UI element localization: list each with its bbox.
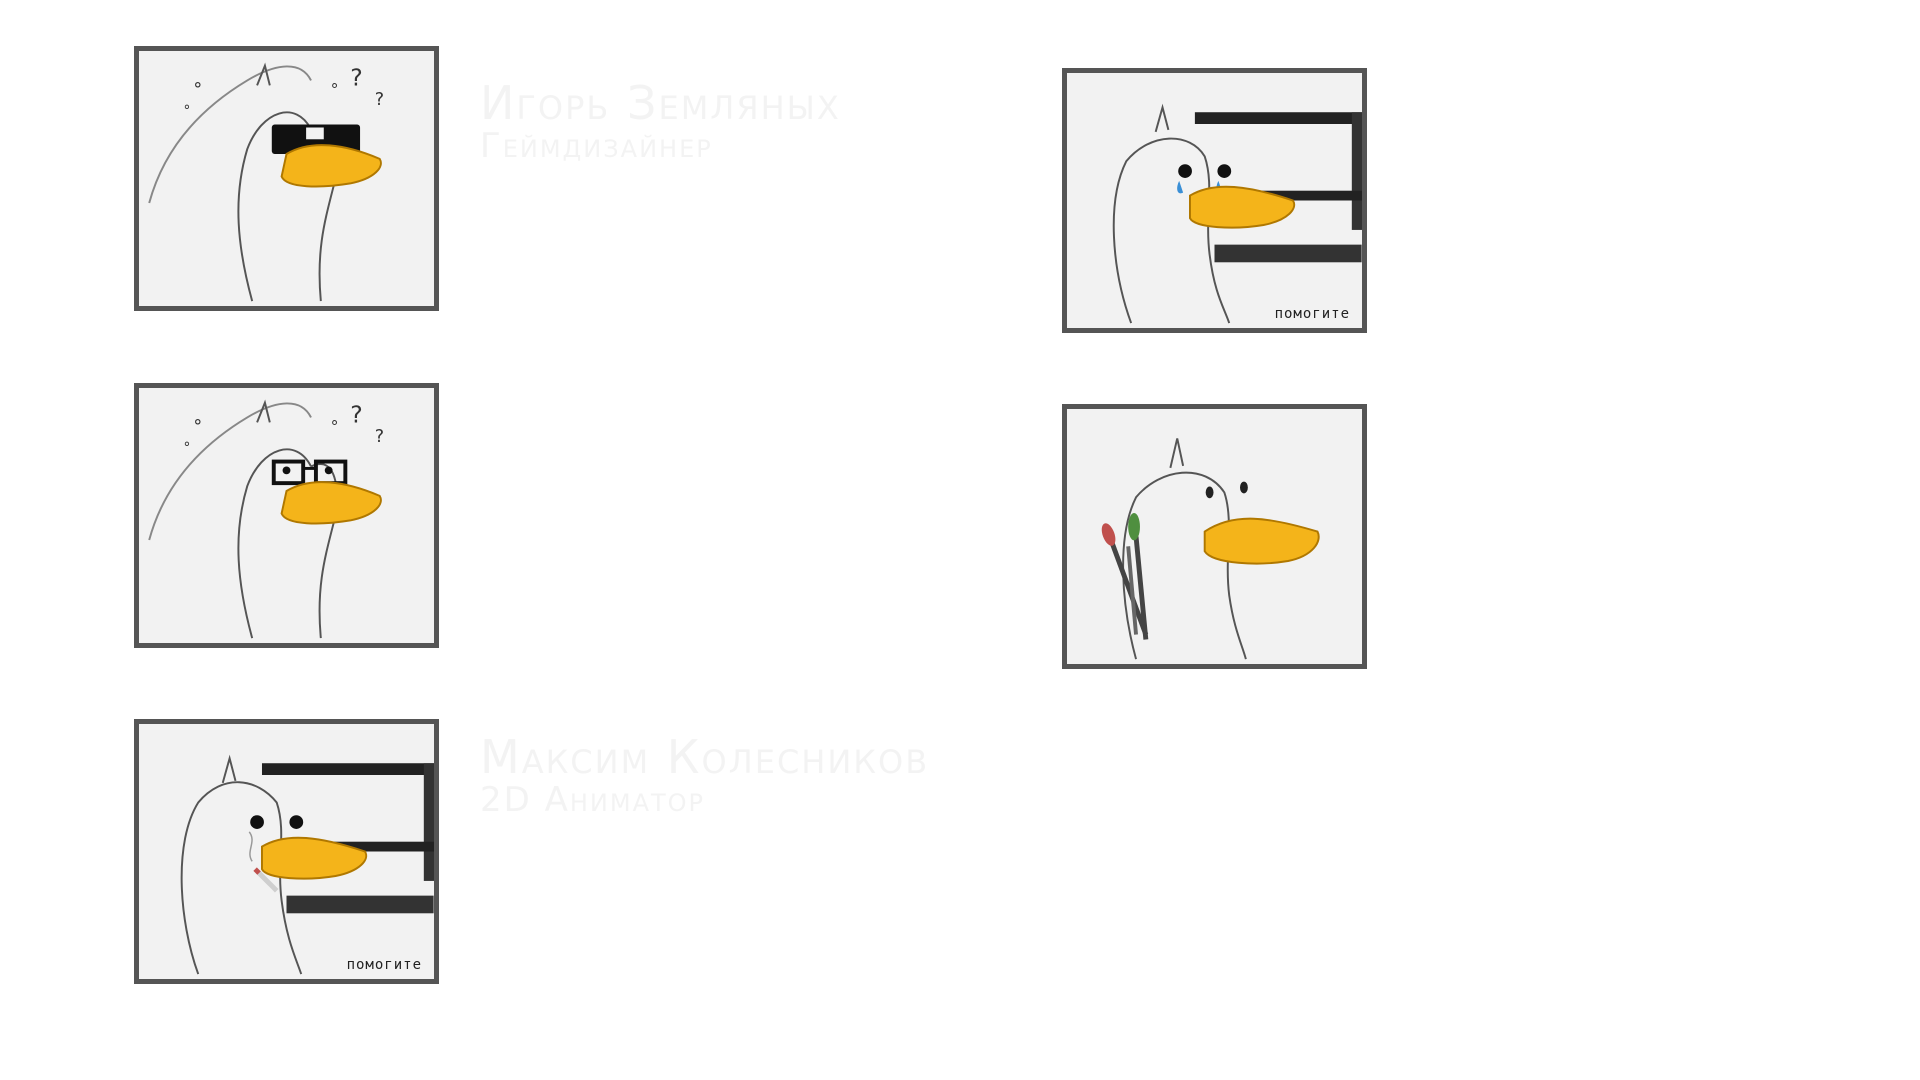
member-name: Максим Колесников [480,730,930,784]
member-info: Максим Колесников 2D Аниматор [480,732,929,818]
svg-text:°: ° [193,417,202,437]
duck-smoking-computer-icon [180,754,434,975]
team-page: ? ? ° ° ° Игорь Земляных Геймдизайнер ? … [0,0,1920,1080]
member-name: Игорь Земляных [480,76,841,130]
duck-glasses-icon: ? ? ° ° ° [148,399,384,639]
svg-text:°: ° [331,80,339,99]
member-info: Игорь Земляных Геймдизайнер [480,78,841,164]
svg-text:°: ° [184,440,191,456]
svg-text:°: ° [184,103,191,119]
svg-text:°: ° [193,80,202,100]
member-role: Геймдизайнер [480,126,713,166]
member-avatar-card [1062,404,1367,669]
svg-text:?: ? [375,427,384,447]
svg-text:?: ? [375,90,384,110]
duck-sunglasses-icon: ? ? ° ° ° [148,62,384,302]
member-avatar-card: помогите [134,719,439,984]
card-caption: помогите [1274,306,1350,322]
duck-paintbrushes-icon [1101,438,1320,660]
card-caption: помогите [346,957,422,973]
member-avatar-card: ? ? ° ° ° [134,383,439,648]
member-avatar-card: ? ? ° ° ° [134,46,439,311]
svg-text:?: ? [350,400,362,428]
svg-text:?: ? [350,63,362,91]
member-role: 2D Аниматор [480,780,706,820]
member-avatar-card: помогите [1062,68,1367,333]
duck-crying-computer-icon [1112,103,1362,324]
svg-text:°: ° [331,417,339,436]
